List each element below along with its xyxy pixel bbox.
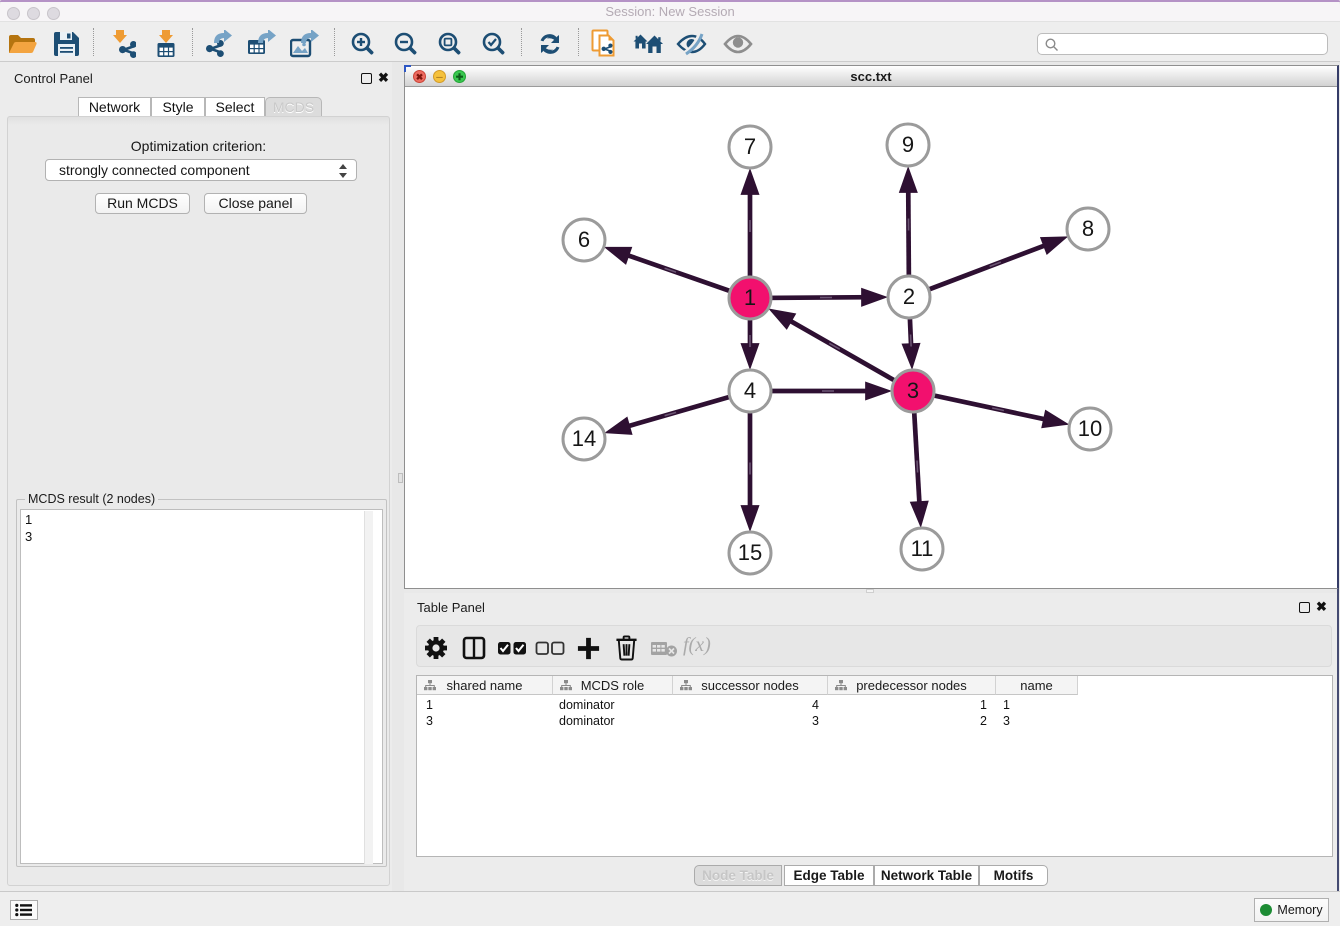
svg-text:14: 14 <box>572 426 596 451</box>
svg-text:7: 7 <box>744 134 756 159</box>
svg-text:10: 10 <box>1078 416 1102 441</box>
svg-text:15: 15 <box>738 540 762 565</box>
svg-text:1: 1 <box>744 285 756 310</box>
svg-text:6: 6 <box>578 227 590 252</box>
svg-text:11: 11 <box>911 536 934 561</box>
svg-text:4: 4 <box>744 378 756 403</box>
svg-text:9: 9 <box>902 132 914 157</box>
svg-text:3: 3 <box>907 378 919 403</box>
svg-text:8: 8 <box>1082 216 1094 241</box>
svg-text:2: 2 <box>903 284 915 309</box>
